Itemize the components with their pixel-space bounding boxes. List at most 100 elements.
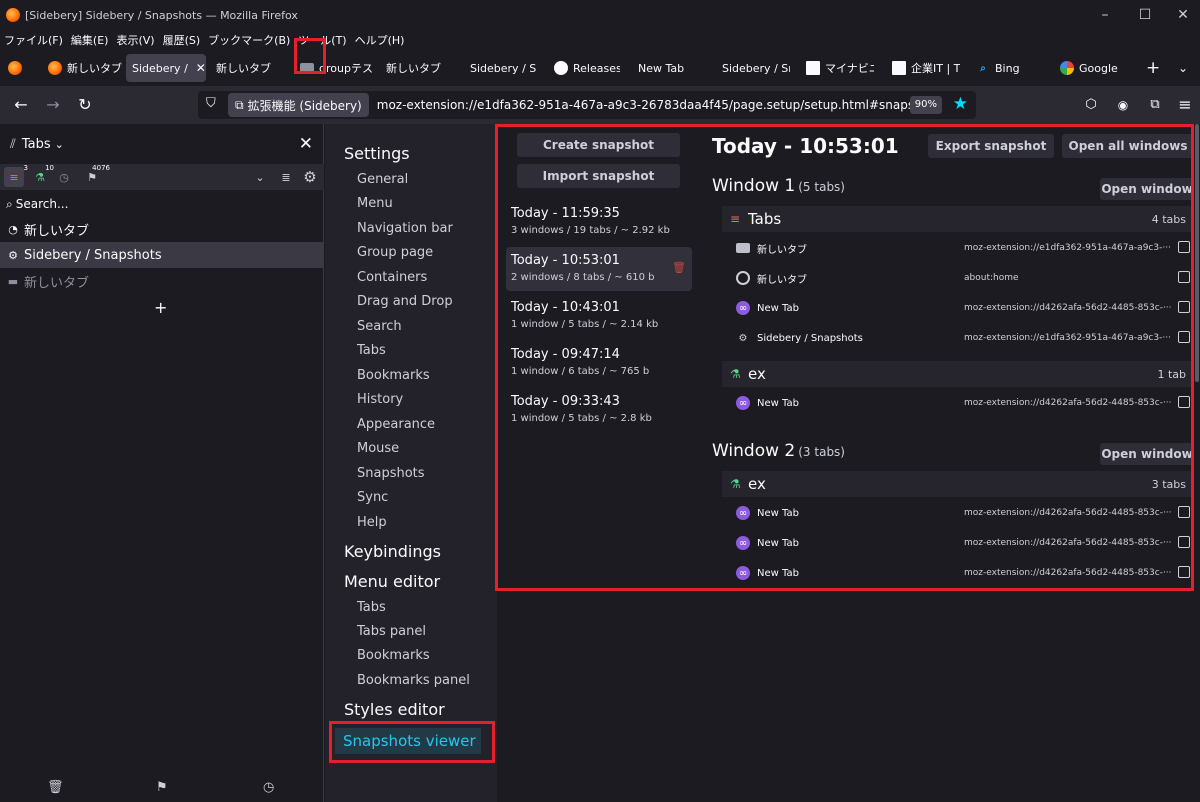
bookmark-icon[interactable]: ⚑ bbox=[156, 780, 168, 795]
menu-view[interactable]: 表示(V) bbox=[116, 32, 154, 48]
menu-icon[interactable]: ≡ bbox=[1174, 94, 1196, 116]
browser-tab[interactable]: 新しいタブ bbox=[386, 54, 456, 82]
nav-menu-editor-tabs-panel[interactable]: Tabs panel bbox=[357, 624, 426, 639]
close-window-button[interactable]: ✕ bbox=[1172, 5, 1194, 25]
browser-tab[interactable]: ⌕ Bing bbox=[976, 54, 1036, 82]
sidebar-title[interactable]: Tabs bbox=[22, 137, 51, 152]
tab-label: Sidebery / bbox=[132, 61, 188, 75]
scrollbar-thumb[interactable] bbox=[1195, 124, 1199, 382]
nav-snapshots[interactable]: Snapshots bbox=[357, 466, 425, 481]
gear-icon: ⚙ bbox=[8, 248, 18, 262]
menu-bookmarks[interactable]: ブックマーク(B) bbox=[208, 32, 290, 48]
new-tab-button[interactable]: + bbox=[1146, 54, 1162, 82]
highlight-box bbox=[294, 38, 326, 74]
url-bar[interactable]: ⛉ ⧉ 拡張機能 (Sidebery) moz-extension://e1dfa… bbox=[198, 91, 976, 119]
nav-styles-editor[interactable]: Styles editor bbox=[344, 700, 445, 719]
nav-bookmarks[interactable]: Bookmarks bbox=[357, 368, 430, 383]
menu-help[interactable]: ヘルプ(H) bbox=[355, 32, 405, 48]
bing-icon: ⌕ bbox=[980, 62, 986, 74]
tab-label: Sidebery / Sn bbox=[722, 61, 790, 75]
pocket-icon[interactable]: ⬡ bbox=[1080, 94, 1102, 116]
tab-label: Google bbox=[1079, 61, 1118, 75]
nav-navigation-bar[interactable]: Navigation bar bbox=[357, 221, 453, 236]
nav-settings[interactable]: Settings bbox=[344, 144, 410, 163]
close-icon[interactable]: ✕ bbox=[196, 61, 206, 75]
url-text[interactable]: moz-extension://e1dfa362-951a-467a-a9c3-… bbox=[377, 98, 940, 112]
nav-sync[interactable]: Sync bbox=[357, 490, 388, 505]
nav-history[interactable]: History bbox=[357, 392, 403, 407]
account-icon[interactable]: ◉ bbox=[1112, 94, 1134, 116]
extension-identity-chip[interactable]: ⧉ 拡張機能 (Sidebery) bbox=[228, 93, 369, 117]
nav-search[interactable]: Search bbox=[357, 319, 402, 334]
flask-icon[interactable]: ⚗ 10 bbox=[30, 164, 54, 187]
nav-menu-editor-tabs[interactable]: Tabs bbox=[357, 600, 386, 615]
minimize-button[interactable]: – bbox=[1094, 5, 1116, 25]
nav-appearance[interactable]: Appearance bbox=[357, 417, 435, 432]
reload-icon[interactable]: ↻ bbox=[74, 94, 96, 116]
nav-general[interactable]: General bbox=[357, 172, 408, 187]
tab-label: 新しいタブ bbox=[386, 62, 441, 75]
sidebar-tab[interactable]: ▬ 新しいタブ bbox=[0, 268, 324, 294]
nav-tabs[interactable]: Tabs bbox=[357, 343, 386, 358]
nav-menu[interactable]: Menu bbox=[357, 196, 393, 211]
browser-tab[interactable]: New Tab bbox=[638, 54, 708, 82]
add-tab-button[interactable]: + bbox=[154, 298, 167, 317]
zoom-badge[interactable]: 90% bbox=[909, 96, 942, 114]
back-icon[interactable]: ← bbox=[10, 94, 32, 116]
tab-label: groupテス bbox=[319, 62, 372, 75]
browser-tab[interactable]: マイナビニュ bbox=[806, 54, 874, 82]
close-sidebar-icon[interactable]: ✕ bbox=[299, 134, 313, 154]
chevron-down-icon[interactable]: ⌄ bbox=[55, 138, 64, 151]
sidebar-footer: 🗑 ⚑ ◷ bbox=[0, 774, 324, 802]
forward-icon[interactable]: → bbox=[42, 94, 64, 116]
new-tab-list-icon[interactable]: ≣ bbox=[276, 167, 296, 187]
menu-edit[interactable]: 編集(E) bbox=[71, 32, 109, 48]
history-icon[interactable]: ◷ bbox=[54, 167, 74, 187]
browser-tab[interactable]: Google bbox=[1060, 54, 1130, 82]
window-title: [Sidebery] Sidebery / Snapshots — Mozill… bbox=[25, 8, 298, 22]
menu-history[interactable]: 履歴(S) bbox=[163, 32, 201, 48]
firefox-icon bbox=[6, 8, 20, 22]
browser-tab-active[interactable]: Sidebery / ✕ bbox=[126, 54, 206, 82]
maximize-button[interactable]: ☐ bbox=[1134, 5, 1156, 25]
nav-mouse[interactable]: Mouse bbox=[357, 441, 399, 456]
google-icon bbox=[1060, 61, 1074, 75]
browser-tab[interactable]: 新しいタブ bbox=[216, 54, 290, 82]
title-bar: [Sidebery] Sidebery / Snapshots — Mozill… bbox=[0, 0, 1200, 30]
bookmark-star-icon[interactable]: ★ bbox=[953, 94, 968, 114]
nav-help[interactable]: Help bbox=[357, 515, 387, 530]
firefox-icon bbox=[48, 61, 62, 75]
github-icon bbox=[554, 61, 568, 75]
browser-tab[interactable]: Releases bbox=[554, 54, 620, 82]
search-icon: ⌕ bbox=[6, 196, 13, 211]
bookmarks-icon[interactable]: ⚑ 4076 bbox=[82, 164, 110, 187]
mynavi-icon bbox=[806, 61, 820, 75]
list-all-tabs-button[interactable]: ⌄ bbox=[1178, 54, 1194, 82]
browser-tab[interactable]: Sidebery / Sn bbox=[722, 54, 790, 82]
scrollbar[interactable] bbox=[1194, 124, 1200, 802]
sidebar-tab[interactable]: ◔ 新しいタブ bbox=[0, 216, 324, 242]
chevron-down-icon[interactable]: ⌄ bbox=[250, 167, 270, 187]
sidebar-tab-active[interactable]: ⚙ Sidebery / Snapshots bbox=[0, 242, 324, 268]
badge: 4076 bbox=[92, 164, 110, 172]
tab-label: 新しいタブ bbox=[216, 62, 271, 75]
menu-file[interactable]: ファイル(F) bbox=[4, 32, 63, 48]
browser-tab[interactable]: 企業IT | TE bbox=[892, 54, 960, 82]
tabs-panel-icon[interactable]: ≡ 3 bbox=[4, 164, 28, 187]
extensions-icon[interactable]: ⧉ bbox=[1144, 94, 1166, 116]
gear-icon[interactable]: ⚙ bbox=[300, 167, 320, 187]
search-input[interactable]: ⌕ Search... bbox=[0, 192, 324, 216]
nav-drag-and-drop[interactable]: Drag and Drop bbox=[357, 294, 453, 309]
nav-keybindings[interactable]: Keybindings bbox=[344, 542, 441, 561]
trash-icon[interactable]: 🗑 bbox=[47, 780, 64, 795]
firefox-view-button[interactable] bbox=[8, 54, 28, 82]
nav-menu-editor-bookmarks[interactable]: Bookmarks bbox=[357, 648, 430, 663]
browser-tab[interactable]: 新しいタブ bbox=[48, 54, 124, 82]
history-icon[interactable]: ◷ bbox=[263, 780, 274, 795]
shield-icon[interactable]: ⛉ bbox=[206, 96, 216, 111]
nav-menu-editor[interactable]: Menu editor bbox=[344, 572, 440, 591]
browser-tab[interactable]: Sidebery / Se bbox=[470, 54, 536, 82]
nav-group-page[interactable]: Group page bbox=[357, 245, 433, 260]
nav-containers[interactable]: Containers bbox=[357, 270, 427, 285]
nav-menu-editor-bookmarks-panel[interactable]: Bookmarks panel bbox=[357, 673, 470, 688]
